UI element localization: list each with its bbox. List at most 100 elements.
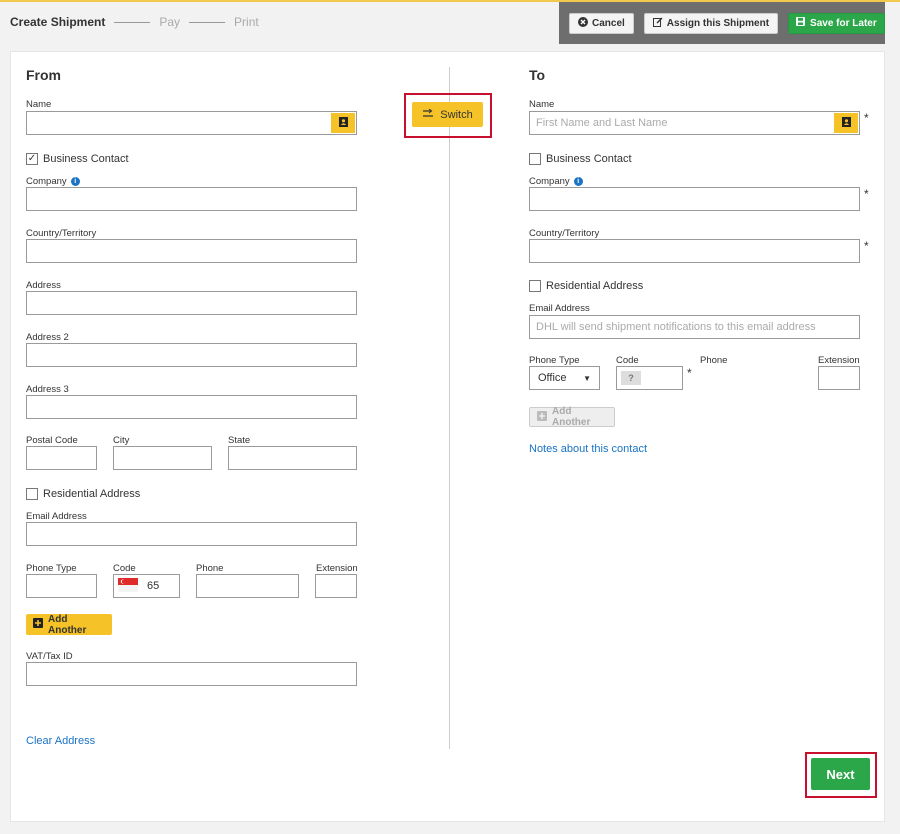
to-company-input[interactable] bbox=[529, 187, 860, 211]
from-extension-input[interactable] bbox=[315, 574, 357, 598]
step-pay: Pay bbox=[159, 15, 181, 29]
swap-icon bbox=[422, 108, 434, 121]
dropdown-arrow-icon: ▼ bbox=[583, 373, 591, 383]
to-company-label: Company i bbox=[529, 176, 583, 187]
from-extension-label: Extension bbox=[316, 563, 358, 574]
cancel-button[interactable]: Cancel bbox=[569, 12, 634, 34]
to-phone-type-select[interactable]: Office ▼ bbox=[529, 366, 600, 390]
to-business-contact-label: Business Contact bbox=[546, 153, 632, 165]
from-company-label: Company i bbox=[26, 176, 80, 187]
step-separator bbox=[114, 21, 151, 23]
info-icon[interactable]: i bbox=[573, 176, 583, 186]
to-name-label: Name bbox=[529, 99, 555, 110]
from-email-input[interactable] bbox=[26, 522, 357, 546]
to-phone-type-value: Office bbox=[538, 372, 567, 384]
step-create-shipment: Create Shipment bbox=[10, 15, 106, 29]
from-code-label: Code bbox=[113, 563, 136, 574]
from-business-contact-label: Business Contact bbox=[43, 153, 129, 165]
required-asterisk: * bbox=[687, 366, 692, 380]
close-circle-icon bbox=[578, 16, 588, 30]
to-add-another-label: Add Another bbox=[552, 406, 591, 428]
notes-about-contact-link[interactable]: Notes about this contact bbox=[529, 443, 647, 455]
save-for-later-button[interactable]: Save for Later bbox=[788, 12, 885, 34]
from-address-label: Address bbox=[26, 280, 61, 291]
to-residential-label: Residential Address bbox=[546, 280, 644, 292]
next-button[interactable]: Next bbox=[811, 758, 870, 790]
plus-box-icon bbox=[537, 410, 547, 424]
save-label: Save for Later bbox=[810, 17, 877, 29]
from-code-value: 65 bbox=[147, 580, 160, 592]
to-name-placeholder: First Name and Last Name bbox=[536, 117, 668, 129]
checkbox-unchecked-icon bbox=[529, 280, 541, 292]
from-company-label-text: Company bbox=[26, 176, 67, 187]
checkbox-unchecked-icon bbox=[529, 153, 541, 165]
from-phone-input[interactable] bbox=[196, 574, 299, 598]
from-address3-label: Address 3 bbox=[26, 384, 69, 395]
from-city-label: City bbox=[113, 435, 130, 446]
to-email-label: Email Address bbox=[529, 303, 590, 314]
from-vat-input[interactable] bbox=[26, 662, 357, 686]
from-address2-input[interactable] bbox=[26, 343, 357, 367]
required-asterisk: * bbox=[864, 187, 869, 201]
from-residential-label: Residential Address bbox=[43, 488, 141, 500]
step-separator bbox=[189, 21, 226, 23]
from-state-input[interactable] bbox=[228, 446, 357, 470]
from-business-contact-checkbox[interactable]: ✓ Business Contact bbox=[26, 153, 129, 165]
from-phone-label: Phone bbox=[196, 563, 224, 574]
to-country-label: Country/Territory bbox=[529, 228, 600, 239]
to-business-contact-checkbox[interactable]: Business Contact bbox=[529, 153, 632, 165]
edit-icon bbox=[652, 17, 663, 30]
from-residential-checkbox[interactable]: Residential Address bbox=[26, 488, 140, 500]
from-code-input[interactable]: 65 bbox=[113, 574, 180, 598]
to-code-input[interactable]: ? bbox=[616, 366, 683, 390]
to-country-input[interactable] bbox=[529, 239, 860, 263]
from-address3-input[interactable] bbox=[26, 395, 357, 419]
checkbox-unchecked-icon bbox=[26, 488, 38, 500]
to-code-placeholder: ? bbox=[621, 371, 641, 385]
from-phone-type-label: Phone Type bbox=[26, 563, 77, 574]
to-name-input[interactable]: First Name and Last Name bbox=[529, 111, 860, 135]
from-address-book-button[interactable] bbox=[331, 113, 355, 133]
required-asterisk: * bbox=[864, 239, 869, 253]
to-add-another-button[interactable]: Add Another bbox=[529, 406, 615, 428]
from-name-input[interactable] bbox=[26, 111, 357, 135]
from-vat-label: VAT/Tax ID bbox=[26, 651, 73, 662]
from-country-label: Country/Territory bbox=[26, 228, 97, 239]
to-phone-type-label: Phone Type bbox=[529, 355, 580, 366]
clear-address-link[interactable]: Clear Address bbox=[26, 735, 95, 747]
assign-shipment-button[interactable]: Assign this Shipment bbox=[643, 12, 779, 34]
switch-label: Switch bbox=[440, 108, 473, 121]
to-email-input[interactable]: DHL will send shipment notifications to … bbox=[529, 315, 860, 339]
column-divider bbox=[449, 67, 450, 749]
singapore-flag-icon bbox=[118, 577, 138, 595]
address-book-icon bbox=[841, 116, 851, 130]
action-bar: Cancel Assign this Shipment Save for Lat… bbox=[559, 2, 885, 44]
from-name-label: Name bbox=[26, 99, 52, 110]
info-icon[interactable]: i bbox=[70, 176, 80, 186]
to-address-book-button[interactable] bbox=[834, 113, 858, 133]
to-company-label-text: Company bbox=[529, 176, 570, 187]
from-phone-type-select[interactable] bbox=[26, 574, 97, 598]
cancel-label: Cancel bbox=[592, 17, 625, 29]
to-extension-input[interactable] bbox=[818, 366, 860, 390]
progress-steps: Create Shipment Pay Print bbox=[10, 15, 259, 29]
from-country-input[interactable] bbox=[26, 239, 357, 263]
assign-label: Assign this Shipment bbox=[666, 17, 770, 29]
from-city-input[interactable] bbox=[113, 446, 212, 470]
from-postal-input[interactable] bbox=[26, 446, 97, 470]
from-address2-label: Address 2 bbox=[26, 332, 69, 343]
from-add-another-button[interactable]: Add Another bbox=[26, 613, 112, 636]
switch-button[interactable]: Switch bbox=[412, 102, 483, 127]
from-address-input[interactable] bbox=[26, 291, 357, 315]
from-heading: From bbox=[26, 67, 61, 83]
from-postal-label: Postal Code bbox=[26, 435, 78, 446]
to-code-label: Code bbox=[616, 355, 639, 366]
step-print: Print bbox=[234, 15, 259, 29]
to-residential-checkbox[interactable]: Residential Address bbox=[529, 280, 643, 292]
shipment-form-card bbox=[10, 51, 885, 822]
to-extension-label: Extension bbox=[818, 355, 860, 366]
to-phone-label: Phone bbox=[700, 355, 728, 366]
from-company-input[interactable] bbox=[26, 187, 357, 211]
from-add-another-label: Add Another bbox=[48, 613, 87, 636]
to-email-placeholder: DHL will send shipment notifications to … bbox=[536, 321, 816, 333]
